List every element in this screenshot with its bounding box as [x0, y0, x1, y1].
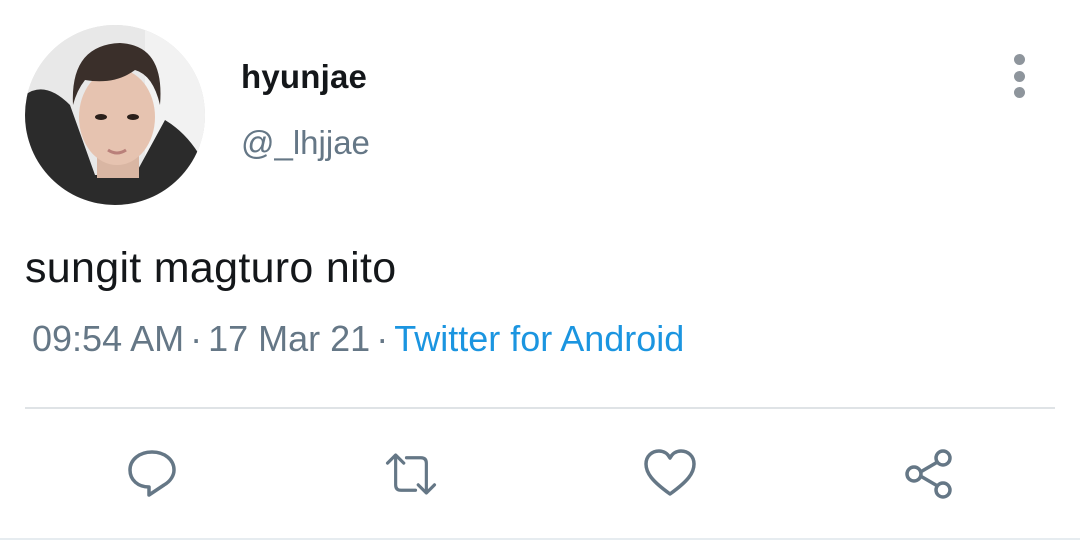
- user-handle[interactable]: @_lhjjae: [241, 124, 370, 162]
- more-vertical-icon: [1013, 54, 1025, 65]
- share-icon: [905, 449, 952, 499]
- reply-button[interactable]: [124, 446, 180, 502]
- tweet-source-link[interactable]: Twitter for Android: [394, 318, 684, 359]
- share-button[interactable]: [901, 446, 957, 502]
- meta-separator: ·: [376, 318, 389, 359]
- tweet-meta: 09:54 AM · 17 Mar 21 · Twitter for Android: [32, 318, 684, 360]
- reply-icon: [128, 450, 176, 497]
- more-vertical-icon-dot: [1013, 87, 1025, 98]
- tweet-time: 09:54 AM: [32, 318, 185, 359]
- more-options-button[interactable]: [1000, 50, 1038, 102]
- bottom-divider: [0, 538, 1080, 540]
- divider: [25, 407, 1055, 409]
- tweet-detail: hyunjae @_lhjjae sungit magturo nito 09:…: [0, 0, 1080, 555]
- retweet-button[interactable]: [383, 446, 439, 502]
- tweet-date: 17 Mar 21: [208, 318, 371, 359]
- tweet-text: sungit magturo nito: [25, 244, 397, 292]
- more-vertical-icon-dot: [1013, 70, 1025, 82]
- avatar[interactable]: [25, 25, 205, 205]
- like-button[interactable]: [642, 446, 698, 502]
- avatar-photo: [25, 25, 205, 205]
- heart-icon: [644, 449, 696, 496]
- retweet-icon: [385, 453, 437, 495]
- display-name[interactable]: hyunjae: [241, 58, 367, 96]
- meta-separator: ·: [190, 318, 203, 359]
